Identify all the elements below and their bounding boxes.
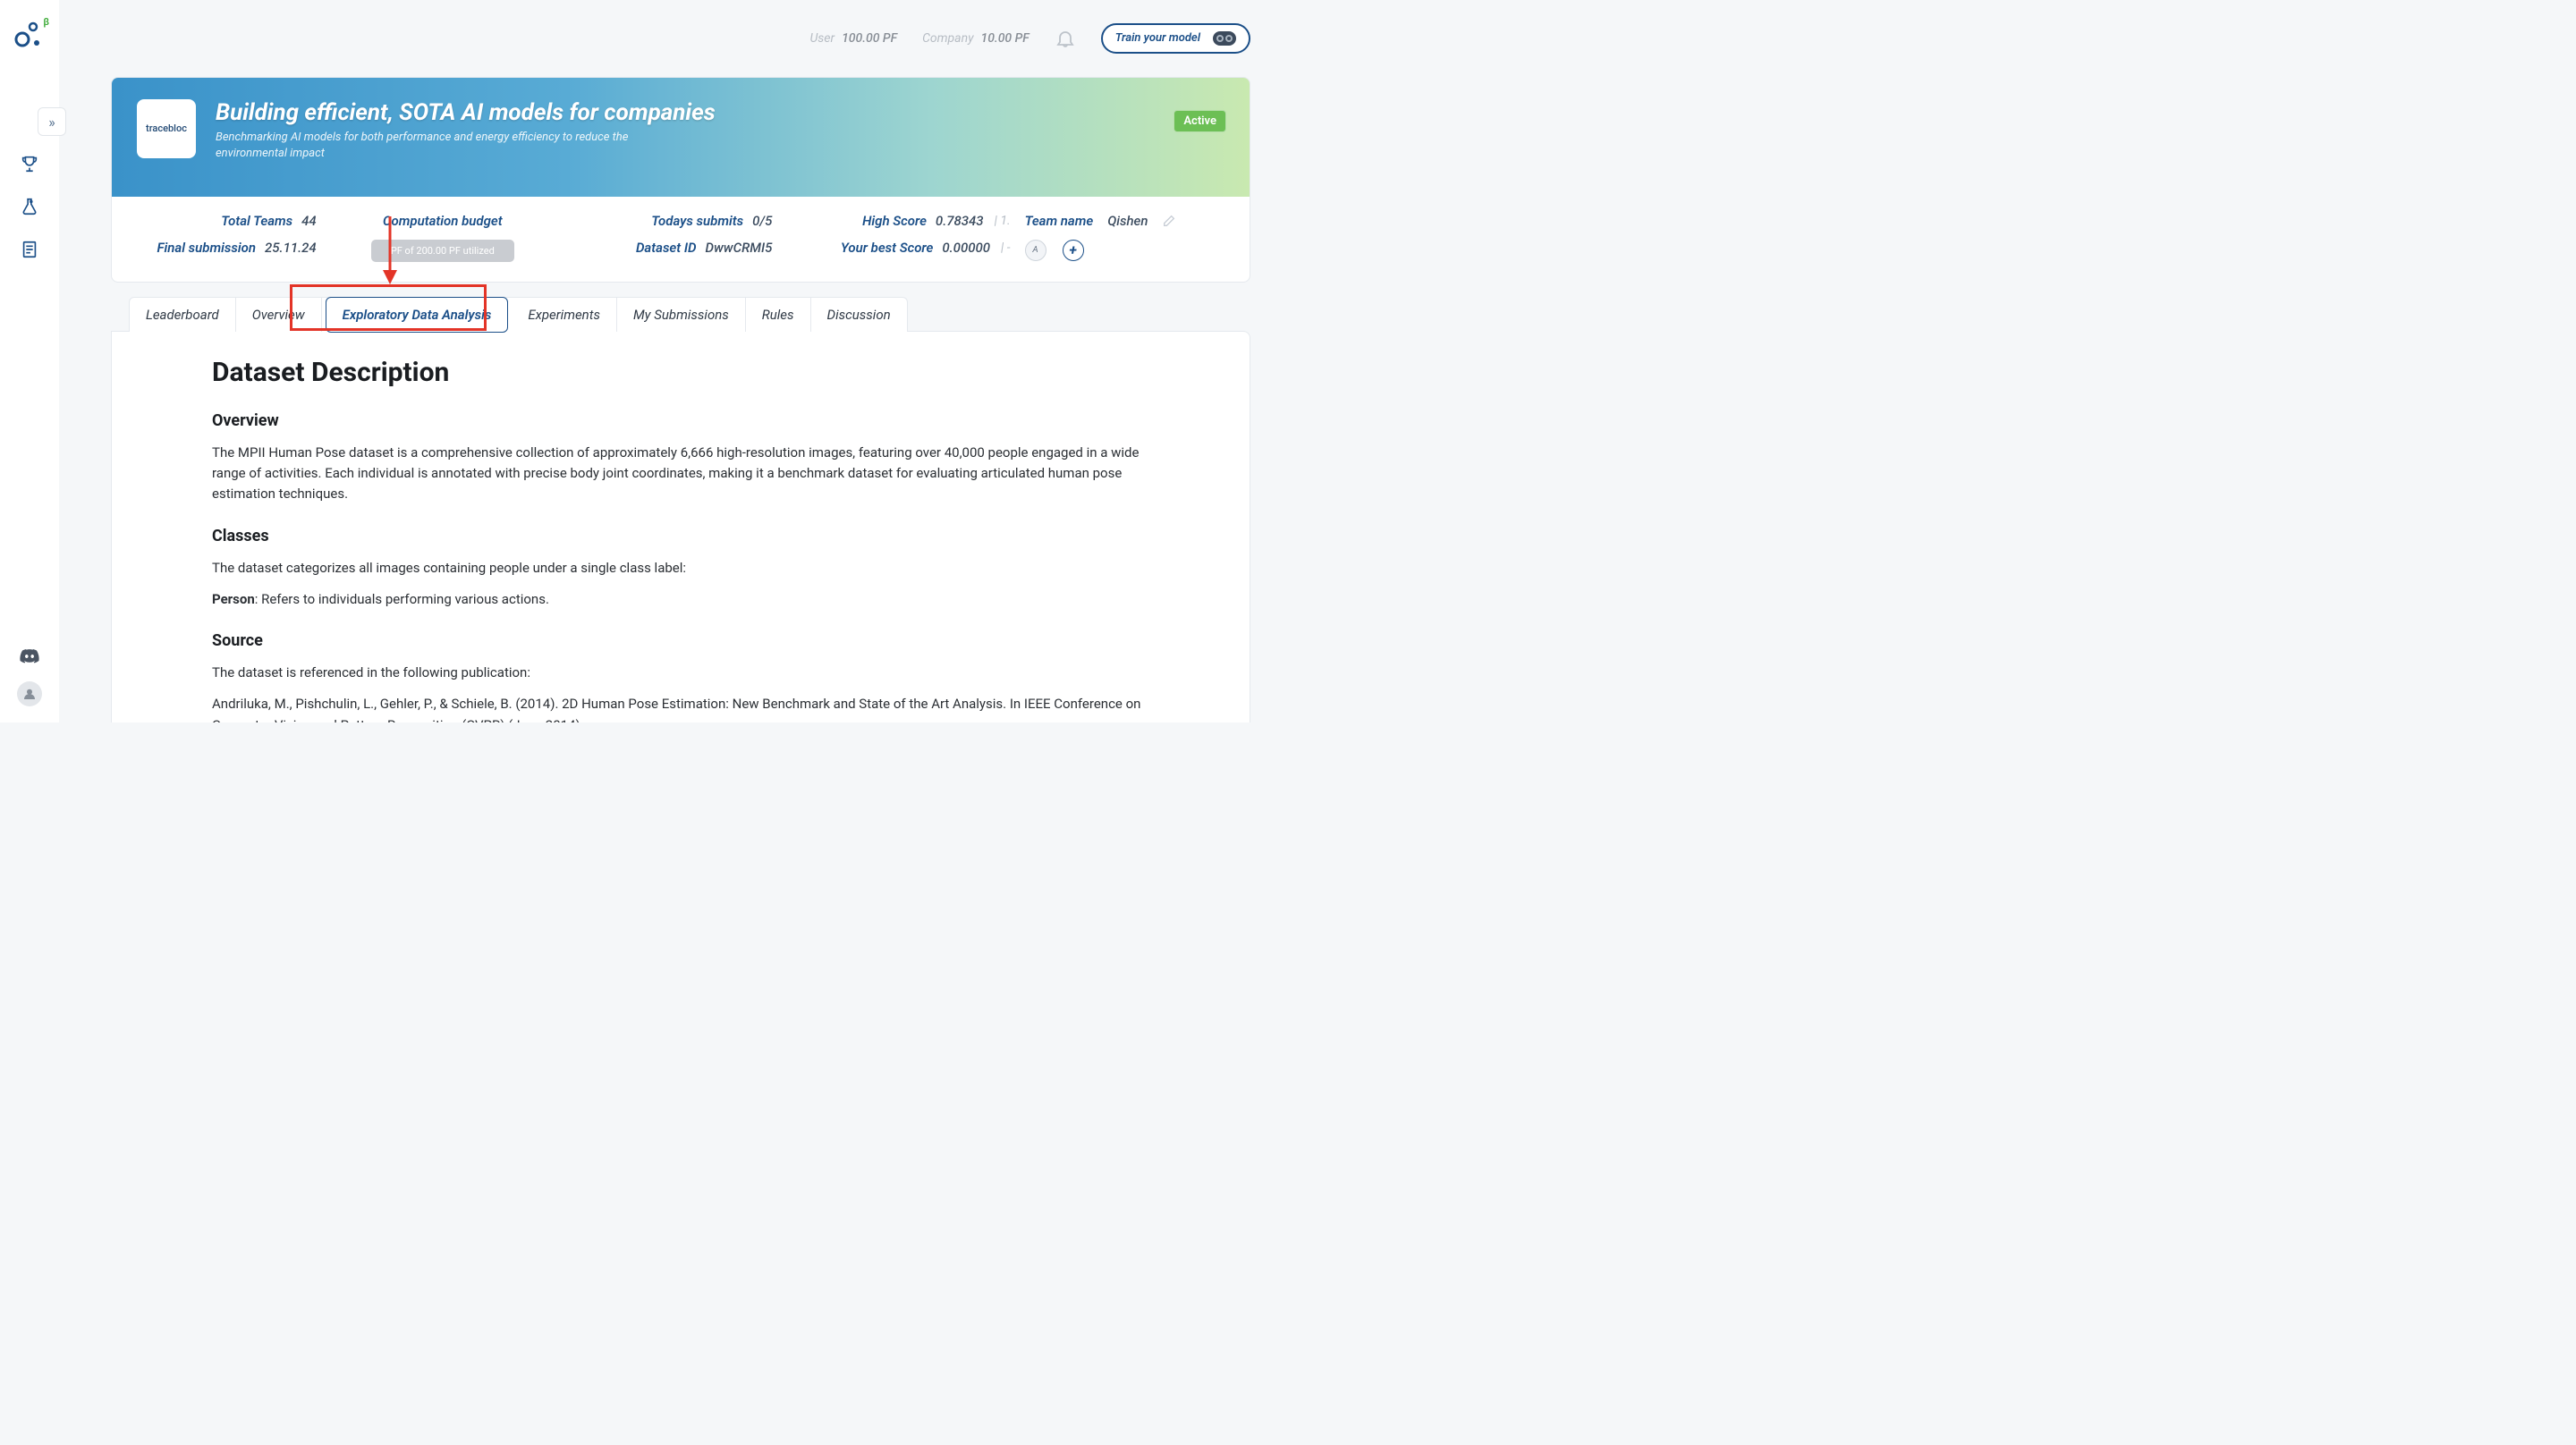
team-name-label: Team name [1025,213,1094,229]
best-score-rank: | - [1001,241,1011,255]
notifications-icon[interactable] [1055,28,1076,49]
tab-rules[interactable]: Rules [746,298,811,332]
high-score-rank: | 1. [995,214,1011,228]
train-model-label: Train your model [1115,31,1200,45]
desc-p-person: Person: Refers to individuals performing… [212,589,1149,610]
high-score-label: High Score [862,213,927,229]
desc-h-overview: Overview [212,411,1149,430]
discord-icon[interactable] [19,646,40,667]
edit-icon[interactable] [1162,214,1176,228]
desc-heading: Dataset Description [212,357,1149,388]
desc-p-overview: The MPII Human Pose dataset is a compreh… [212,443,1149,505]
tab-experiments[interactable]: Experiments [512,298,617,332]
banner-title: Building efficient, SOTA AI models for c… [216,99,716,126]
sidebar-expand-button[interactable]: » [38,107,66,136]
status-badge: Active [1174,110,1226,132]
todays-submits-value: 0/5 [752,213,772,229]
banner-subtitle: Benchmarking AI models for both performa… [216,130,663,162]
banner-logo-tile: tracebloc [137,99,196,158]
user-quota-label: User [809,31,835,46]
company-quota: Company 10.00 PF [922,31,1030,46]
sidebar: β » [0,0,59,722]
stats-bar: Total Teams 44 Final submission 25.11.24… [112,197,1250,282]
high-score-value: 0.78343 [936,213,984,229]
budget-progress: PF of 200.00 PF utilized [371,240,514,262]
team-member-avatar[interactable]: A [1025,240,1046,261]
team-name-value: Qishen [1107,213,1148,229]
total-teams-label: Total Teams [221,213,292,229]
add-team-member-button[interactable]: + [1063,240,1084,261]
desc-h-source: Source [212,631,1149,650]
final-submission-value: 25.11.24 [265,240,317,256]
company-quota-value: 10.00 PF [981,31,1030,46]
beta-badge: β [43,16,49,28]
colab-icon [1213,31,1236,46]
budget-label: Computation budget [383,213,503,229]
topbar: User 100.00 PF Company 10.00 PF Train yo… [59,0,1288,77]
tab-overview[interactable]: Overview [236,298,322,332]
tabs: Leaderboard Overview Exploratory Data An… [129,297,908,332]
desc-p-classes-lead: The dataset categorizes all images conta… [212,558,1149,579]
company-quota-label: Company [922,31,973,46]
user-quota: User 100.00 PF [809,31,897,46]
final-submission-label: Final submission [157,240,256,256]
total-teams-value: 44 [301,213,317,229]
tab-leaderboard[interactable]: Leaderboard [130,298,236,332]
trophy-icon[interactable] [20,154,39,173]
app-logo[interactable]: β [13,18,46,50]
tab-discussion[interactable]: Discussion [811,298,907,332]
tab-my-submissions[interactable]: My Submissions [617,298,746,332]
user-avatar-button[interactable] [17,681,42,706]
todays-submits-label: Todays submits [651,213,743,229]
desc-p-citation: Andriluka, M., Pishchulin, L., Gehler, P… [212,694,1149,722]
document-icon[interactable] [20,240,39,259]
flask-icon[interactable] [20,197,39,216]
best-score-label: Your best Score [841,240,933,256]
desc-h-classes: Classes [212,527,1149,545]
best-score-value: 0.00000 [942,240,990,256]
competition-banner: tracebloc Building efficient, SOTA AI mo… [112,78,1250,197]
train-model-button[interactable]: Train your model [1101,23,1250,54]
user-quota-value: 100.00 PF [842,31,897,46]
dataset-description-panel: Dataset Description Overview The MPII Hu… [111,331,1250,722]
desc-p-source-lead: The dataset is referenced in the followi… [212,663,1149,683]
dataset-id-label: Dataset ID [636,240,697,256]
dataset-id-value: DwwCRMI5 [706,240,773,256]
tab-exploratory-data-analysis[interactable]: Exploratory Data Analysis [326,297,509,333]
